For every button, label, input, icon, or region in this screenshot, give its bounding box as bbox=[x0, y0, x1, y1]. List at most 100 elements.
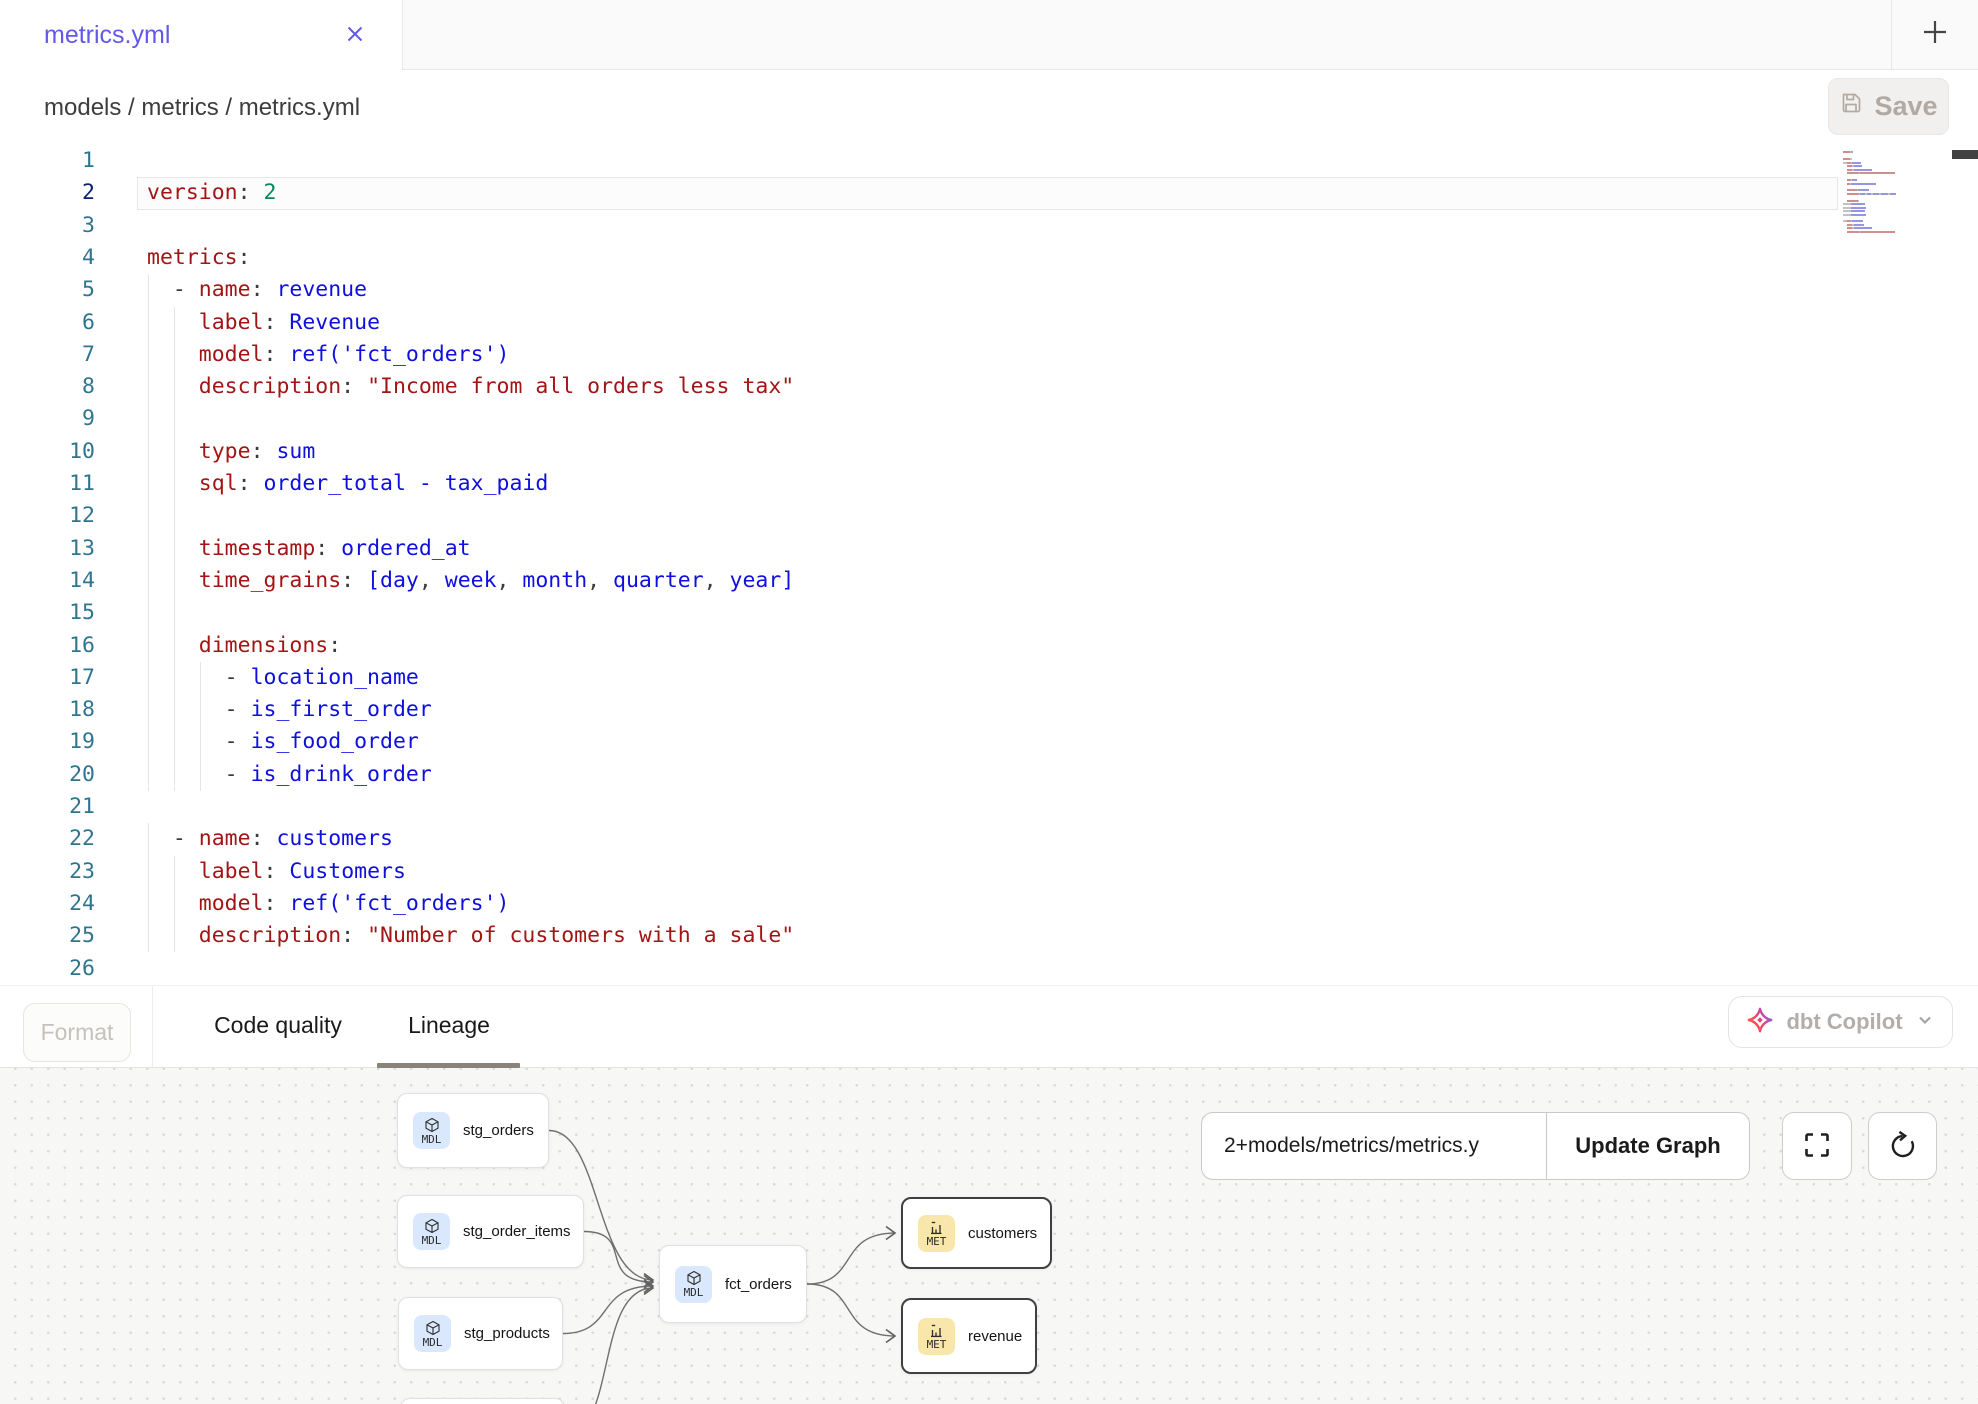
lineage-node-stg_products[interactable]: MDL stg_products bbox=[398, 1297, 563, 1370]
metric-badge: MET bbox=[918, 1318, 955, 1355]
code-line: 14 time_grains: [day, week, month, quart… bbox=[0, 565, 1978, 597]
badge-type-label: MDL bbox=[423, 1337, 443, 1348]
lineage-filter-input[interactable] bbox=[1202, 1113, 1546, 1179]
tab-code-quality[interactable]: Code quality bbox=[208, 986, 348, 1064]
model-badge: MDL bbox=[413, 1112, 450, 1149]
format-button[interactable]: Format bbox=[23, 1003, 131, 1062]
model-badge: MDL bbox=[675, 1266, 712, 1303]
line-number: 19 bbox=[0, 726, 95, 758]
code-line: 19 - is_food_order bbox=[0, 726, 1978, 758]
breadcrumb: models / metrics / metrics.yml bbox=[44, 94, 360, 122]
model-icon bbox=[686, 1270, 702, 1286]
breadcrumb-row: models / metrics / metrics.yml bbox=[0, 70, 1978, 145]
model-badge: MDL bbox=[413, 1213, 450, 1250]
save-button[interactable]: Save bbox=[1828, 78, 1949, 135]
line-number: 11 bbox=[0, 468, 95, 500]
model-icon bbox=[424, 1117, 440, 1133]
tab-lineage[interactable]: Lineage bbox=[405, 986, 493, 1064]
chevron-down-icon bbox=[1915, 1010, 1935, 1035]
lineage-node-stg_order_items[interactable]: MDL stg_order_items bbox=[397, 1195, 584, 1268]
line-number: 3 bbox=[0, 210, 95, 242]
model-icon bbox=[424, 1218, 440, 1234]
lineage-canvas[interactable]: MDL stg_orders MDL stg_order_items MDL stg_pr… bbox=[0, 1068, 1978, 1404]
line-number: 17 bbox=[0, 662, 95, 694]
code-line: 5 - name: revenue bbox=[0, 274, 1978, 306]
code-line: 25 description: "Number of customers wit… bbox=[0, 920, 1978, 952]
code-line: 22 - name: customers bbox=[0, 823, 1978, 855]
tab-metrics-yml[interactable]: metrics.yml bbox=[0, 0, 402, 70]
code-line: 15 bbox=[0, 597, 1978, 629]
code-line: 20 - is_drink_order bbox=[0, 759, 1978, 791]
tab-title: metrics.yml bbox=[44, 21, 170, 50]
line-number: 4 bbox=[0, 242, 95, 274]
lineage-node-stg_orders[interactable]: MDL stg_orders bbox=[397, 1093, 549, 1168]
node-label: stg_orders bbox=[463, 1122, 534, 1139]
tab-strip-background bbox=[402, 0, 1978, 70]
line-number: 10 bbox=[0, 436, 95, 468]
line-number: 16 bbox=[0, 630, 95, 662]
metric-icon bbox=[929, 1323, 944, 1338]
close-icon bbox=[342, 21, 368, 50]
code-line: 11 sql: order_total - tax_paid bbox=[0, 468, 1978, 500]
badge-type-label: MDL bbox=[422, 1134, 442, 1145]
save-icon bbox=[1839, 91, 1863, 122]
new-tab-button[interactable] bbox=[1891, 0, 1978, 70]
close-tab-button[interactable] bbox=[340, 20, 370, 50]
tab-strip: metrics.yml bbox=[0, 0, 1978, 70]
lineage-node-stg_partial[interactable]: MDL bbox=[400, 1398, 565, 1404]
bottom-toolbar: Format Code quality Lineage dbt Copilot bbox=[0, 985, 1978, 1068]
node-label: stg_products bbox=[464, 1325, 550, 1342]
metric-badge: MET bbox=[918, 1215, 955, 1252]
model-icon bbox=[425, 1320, 441, 1336]
code-line: 8 description: "Income from all orders l… bbox=[0, 371, 1978, 403]
line-number: 5 bbox=[0, 274, 95, 306]
line-number: 18 bbox=[0, 694, 95, 726]
lineage-node-revenue[interactable]: METrevenue bbox=[901, 1298, 1037, 1374]
fullscreen-button[interactable] bbox=[1782, 1112, 1852, 1180]
plus-icon bbox=[1918, 15, 1952, 54]
toolbar-divider bbox=[152, 986, 153, 1067]
line-number: 26 bbox=[0, 953, 95, 985]
copilot-label: dbt Copilot bbox=[1786, 1009, 1902, 1035]
code-line: 4metrics: bbox=[0, 242, 1978, 274]
lineage-node-fct_orders[interactable]: MDL fct_orders bbox=[659, 1245, 807, 1323]
line-number: 1 bbox=[0, 145, 95, 177]
code-line: 21 bbox=[0, 791, 1978, 823]
update-graph-button[interactable]: Update Graph bbox=[1546, 1113, 1749, 1179]
line-number: 15 bbox=[0, 597, 95, 629]
fullscreen-icon bbox=[1801, 1129, 1833, 1164]
lineage-node-customers[interactable]: MET customers bbox=[901, 1197, 1052, 1269]
code-line: 16 dimensions: bbox=[0, 630, 1978, 662]
badge-type-label: MET bbox=[927, 1339, 947, 1350]
save-button-label: Save bbox=[1874, 91, 1937, 122]
code-line: 17 - location_name bbox=[0, 662, 1978, 694]
badge-type-label: MDL bbox=[422, 1235, 442, 1246]
minimap[interactable] bbox=[1843, 148, 1905, 248]
refresh-button[interactable] bbox=[1868, 1112, 1937, 1180]
node-label: stg_order_items bbox=[463, 1223, 571, 1240]
scrollbar-thumb[interactable] bbox=[1952, 150, 1978, 159]
line-number: 12 bbox=[0, 500, 95, 532]
code-line: 7 model: ref('fct_orders') bbox=[0, 339, 1978, 371]
code-editor[interactable]: 12version: 234metrics:5 - name: revenue6… bbox=[0, 145, 1978, 985]
line-number: 8 bbox=[0, 371, 95, 403]
badge-type-label: MDL bbox=[684, 1287, 704, 1298]
metric-icon bbox=[929, 1220, 944, 1235]
line-number: 23 bbox=[0, 856, 95, 888]
line-number: 22 bbox=[0, 823, 95, 855]
code-line: 23 label: Customers bbox=[0, 856, 1978, 888]
line-number: 21 bbox=[0, 791, 95, 823]
line-number: 7 bbox=[0, 339, 95, 371]
dbt-ide-window: metrics.yml models / metrics / metrics.y… bbox=[0, 0, 1978, 1404]
code-line: 1 bbox=[0, 145, 1978, 177]
line-number: 13 bbox=[0, 533, 95, 565]
line-number: 25 bbox=[0, 920, 95, 952]
node-label: fct_orders bbox=[725, 1276, 792, 1293]
model-badge: MDL bbox=[414, 1315, 451, 1352]
copilot-icon bbox=[1746, 1006, 1774, 1039]
code-line: 10 type: sum bbox=[0, 436, 1978, 468]
code-line: 18 - is_first_order bbox=[0, 694, 1978, 726]
badge-type-label: MET bbox=[927, 1236, 947, 1247]
dbt-copilot-button[interactable]: dbt Copilot bbox=[1728, 996, 1953, 1048]
node-label: customers bbox=[968, 1225, 1037, 1242]
